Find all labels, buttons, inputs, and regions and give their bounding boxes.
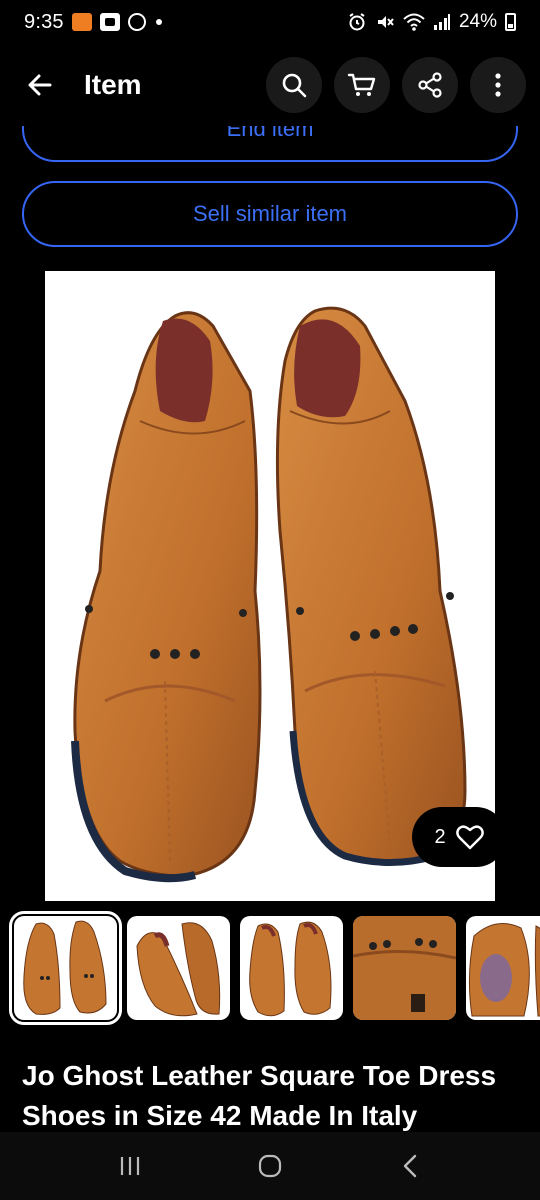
more-options-button[interactable] (470, 57, 526, 113)
main-product-photo[interactable] (45, 271, 495, 901)
battery-percent: 24% (458, 11, 497, 32)
arrow-left-icon (28, 74, 52, 96)
page-title: Item (84, 69, 142, 100)
status-bar: 9:35 24% (0, 0, 540, 44)
notification-app-icon-2 (99, 13, 120, 31)
sell-similar-button[interactable]: Sell similar item (22, 181, 518, 247)
item-title: Jo Ghost Leather Square Toe Dress Shoes … (22, 1060, 497, 1131)
status-left: 9:35 (24, 11, 162, 34)
recent-apps-icon (120, 1157, 140, 1175)
thumbnail-image (23, 920, 107, 1015)
signal-icon (433, 14, 450, 30)
thumbnail-1[interactable] (9, 911, 122, 1025)
cart-icon (347, 73, 376, 96)
search-icon (282, 73, 307, 98)
thumbnail-image (136, 922, 221, 1017)
thumbnail-2[interactable] (127, 916, 230, 1020)
recent-apps-button[interactable] (100, 1141, 160, 1191)
heart-icon (455, 825, 484, 850)
system-back-button[interactable] (380, 1141, 440, 1191)
back-button[interactable] (18, 63, 62, 107)
battery-icon (505, 13, 516, 31)
thumbnail-image (249, 921, 332, 1017)
watch-like-button[interactable]: 2 (412, 807, 506, 867)
end-item-button[interactable]: End item (22, 126, 518, 162)
status-time: 9:35 (24, 10, 64, 33)
thumbnail-image (353, 916, 456, 1020)
share-button[interactable] (402, 57, 458, 113)
thumbnail-3[interactable] (240, 916, 343, 1020)
threads-icon (127, 13, 146, 31)
notification-app-icon (71, 13, 92, 31)
thumbnail-image (468, 923, 540, 1017)
wifi-icon (403, 13, 425, 31)
chevron-left-icon (403, 1154, 417, 1178)
share-icon (418, 72, 442, 98)
thumbnail-5[interactable] (466, 916, 540, 1020)
status-right: 24% (347, 11, 516, 33)
shoes-image (71, 306, 467, 883)
app-bar: Item (0, 44, 540, 126)
home-button[interactable] (240, 1141, 300, 1191)
mute-icon (377, 16, 394, 28)
cart-button[interactable] (334, 57, 390, 113)
thumbnail-strip[interactable] (9, 911, 540, 1025)
item-content[interactable]: End item Sell similar item 2 Jo Ghost Le… (0, 126, 540, 1132)
home-icon (258, 1154, 282, 1178)
toolbar-actions (266, 57, 526, 113)
thumbnail-4[interactable] (353, 916, 456, 1020)
search-button[interactable] (266, 57, 322, 113)
like-count: 2 (434, 825, 446, 848)
more-notifications-dot-icon (155, 19, 162, 25)
more-vertical-icon (495, 73, 501, 97)
system-navigation-bar (0, 1132, 540, 1200)
alarm-icon (349, 13, 365, 31)
